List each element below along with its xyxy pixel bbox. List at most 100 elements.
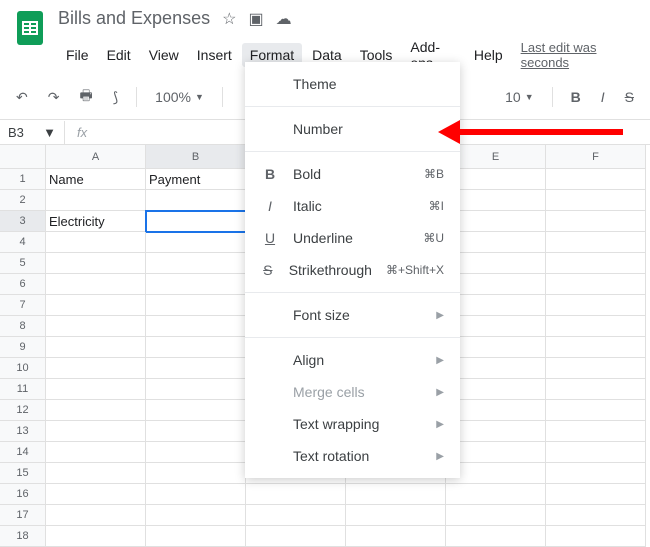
cell[interactable]: [146, 358, 246, 379]
cell[interactable]: [146, 232, 246, 253]
cell[interactable]: [146, 421, 246, 442]
col-header[interactable]: F: [546, 145, 646, 169]
row-header[interactable]: 6: [0, 274, 46, 295]
cell[interactable]: [446, 253, 546, 274]
cell[interactable]: [46, 505, 146, 526]
row-header[interactable]: 4: [0, 232, 46, 253]
document-title[interactable]: Bills and Expenses: [58, 8, 210, 29]
cell[interactable]: [46, 484, 146, 505]
row-header[interactable]: 13: [0, 421, 46, 442]
name-box[interactable]: B3▼: [0, 121, 65, 144]
cell[interactable]: [446, 526, 546, 547]
cell[interactable]: Payment: [146, 169, 246, 190]
cell[interactable]: [446, 379, 546, 400]
cell[interactable]: [146, 505, 246, 526]
cell[interactable]: [146, 526, 246, 547]
cell[interactable]: [346, 484, 446, 505]
cell[interactable]: [446, 232, 546, 253]
menu-item-italic[interactable]: IItalic⌘I: [245, 190, 460, 222]
cell[interactable]: [146, 442, 246, 463]
cell[interactable]: [446, 463, 546, 484]
cell[interactable]: [546, 505, 646, 526]
move-folder-icon[interactable]: ▣: [248, 9, 263, 29]
cell[interactable]: [446, 316, 546, 337]
redo-button[interactable]: ↷: [42, 85, 66, 110]
row-header[interactable]: 1: [0, 169, 46, 190]
cell[interactable]: [46, 190, 146, 211]
cell[interactable]: [546, 274, 646, 295]
font-size-select[interactable]: 10 ▼: [499, 85, 540, 109]
cell[interactable]: [346, 505, 446, 526]
cell[interactable]: [146, 337, 246, 358]
cell[interactable]: [146, 400, 246, 421]
cell[interactable]: [146, 274, 246, 295]
row-header[interactable]: 8: [0, 316, 46, 337]
cell[interactable]: [46, 442, 146, 463]
cell[interactable]: [246, 526, 346, 547]
row-header[interactable]: 15: [0, 463, 46, 484]
cell[interactable]: [546, 484, 646, 505]
cell[interactable]: Name: [46, 169, 146, 190]
cell[interactable]: [546, 421, 646, 442]
cell[interactable]: [446, 400, 546, 421]
sheets-logo[interactable]: [10, 8, 50, 48]
cell[interactable]: [446, 358, 546, 379]
cell[interactable]: [146, 253, 246, 274]
menu-item-text-rotation[interactable]: Text rotation▶: [245, 440, 460, 472]
cell[interactable]: [146, 190, 246, 211]
cell[interactable]: [546, 358, 646, 379]
row-header[interactable]: 2: [0, 190, 46, 211]
row-header[interactable]: 12: [0, 400, 46, 421]
cell[interactable]: [46, 337, 146, 358]
menu-item-align[interactable]: Align▶: [245, 344, 460, 376]
cell[interactable]: [546, 463, 646, 484]
cell[interactable]: [446, 337, 546, 358]
cell[interactable]: [546, 169, 646, 190]
cell[interactable]: [546, 295, 646, 316]
cell[interactable]: [346, 526, 446, 547]
menu-file[interactable]: File: [58, 43, 97, 67]
bold-button[interactable]: B: [565, 85, 587, 109]
cell[interactable]: [46, 358, 146, 379]
menu-item-theme[interactable]: Theme: [245, 68, 460, 100]
cell[interactable]: [146, 484, 246, 505]
menu-item-text-wrapping[interactable]: Text wrapping▶: [245, 408, 460, 440]
cell[interactable]: [446, 169, 546, 190]
cell[interactable]: [46, 379, 146, 400]
row-header[interactable]: 9: [0, 337, 46, 358]
cell[interactable]: [46, 232, 146, 253]
row-header[interactable]: 16: [0, 484, 46, 505]
menu-view[interactable]: View: [141, 43, 187, 67]
cell[interactable]: [46, 274, 146, 295]
cell[interactable]: [46, 526, 146, 547]
cell[interactable]: [446, 421, 546, 442]
cell[interactable]: [446, 190, 546, 211]
cell[interactable]: [46, 400, 146, 421]
menu-help[interactable]: Help: [466, 43, 511, 67]
row-header[interactable]: 18: [0, 526, 46, 547]
cell[interactable]: [46, 295, 146, 316]
cell[interactable]: [146, 316, 246, 337]
cell[interactable]: [546, 379, 646, 400]
cell[interactable]: [446, 295, 546, 316]
menu-item-strikethrough[interactable]: SStrikethrough⌘+Shift+X: [245, 254, 460, 286]
col-header[interactable]: E: [446, 145, 546, 169]
strikethrough-button[interactable]: S: [619, 85, 640, 109]
menu-item-underline[interactable]: UUnderline⌘U: [245, 222, 460, 254]
undo-button[interactable]: ↶: [10, 85, 34, 110]
row-header[interactable]: 14: [0, 442, 46, 463]
row-header[interactable]: 11: [0, 379, 46, 400]
last-edit-link[interactable]: Last edit was seconds: [513, 36, 640, 74]
row-header[interactable]: 5: [0, 253, 46, 274]
cell[interactable]: [146, 379, 246, 400]
row-header[interactable]: 17: [0, 505, 46, 526]
cell[interactable]: [546, 232, 646, 253]
select-all-corner[interactable]: [0, 145, 46, 169]
cell[interactable]: [46, 316, 146, 337]
menu-insert[interactable]: Insert: [189, 43, 240, 67]
star-icon[interactable]: ☆: [222, 9, 236, 29]
cell[interactable]: [46, 421, 146, 442]
cell[interactable]: [246, 505, 346, 526]
cell[interactable]: [446, 442, 546, 463]
cell[interactable]: [546, 526, 646, 547]
